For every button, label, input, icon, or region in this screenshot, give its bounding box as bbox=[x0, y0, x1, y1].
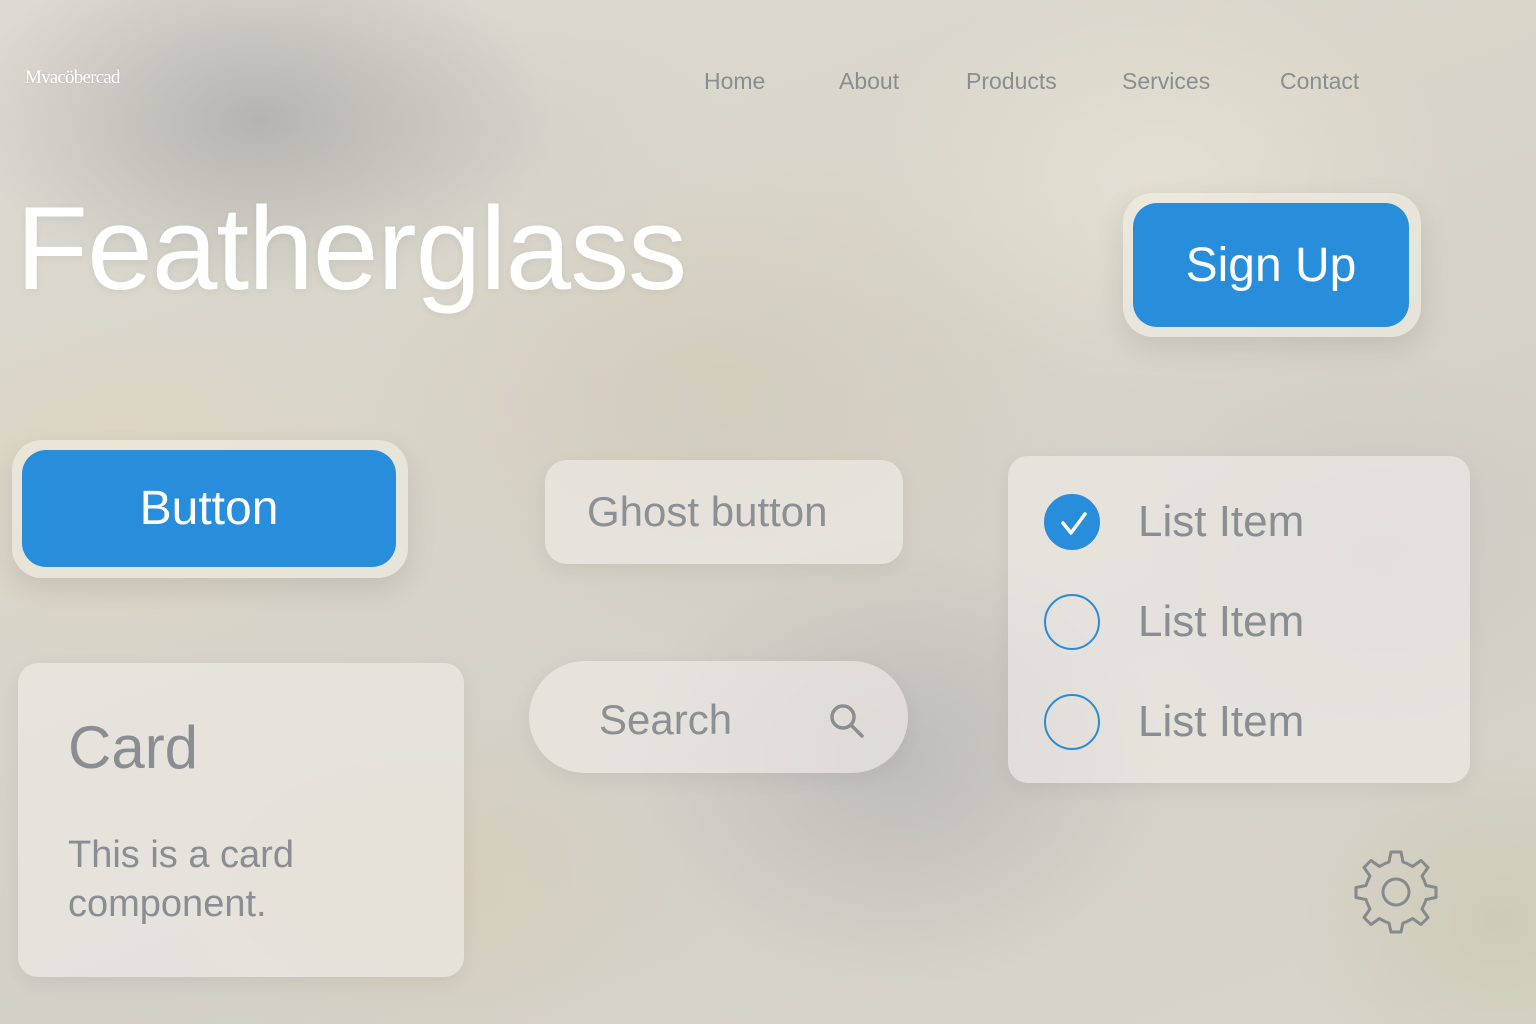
gear-icon[interactable] bbox=[1354, 850, 1438, 934]
search-input[interactable]: Search bbox=[529, 661, 908, 773]
checklist: List Item List Item List Item bbox=[1008, 456, 1470, 783]
ghost-button[interactable]: Ghost button bbox=[545, 460, 903, 564]
nav-contact[interactable]: Contact bbox=[1280, 68, 1359, 95]
top-nav: Home About Products Services Contact bbox=[0, 68, 1536, 98]
card: Card This is a card component. bbox=[18, 663, 464, 977]
card-body: This is a card component. bbox=[68, 834, 294, 925]
signup-button[interactable]: Sign Up bbox=[1133, 203, 1409, 327]
nav-services[interactable]: Services bbox=[1122, 68, 1210, 95]
primary-button[interactable]: Button bbox=[22, 450, 396, 567]
nav-products[interactable]: Products bbox=[966, 68, 1057, 95]
nav-home[interactable]: Home bbox=[704, 68, 765, 95]
check-icon bbox=[1061, 512, 1087, 535]
radio-unchecked[interactable] bbox=[1044, 594, 1100, 650]
search-placeholder: Search bbox=[599, 696, 733, 743]
card-title: Card bbox=[68, 714, 199, 781]
search-icon[interactable] bbox=[827, 701, 867, 741]
list-item[interactable]: List Item bbox=[1044, 593, 1444, 653]
list-item-label: List Item bbox=[1138, 597, 1305, 646]
list-item[interactable]: List Item bbox=[1044, 693, 1444, 753]
radio-checked[interactable] bbox=[1044, 494, 1100, 550]
radio-unchecked[interactable] bbox=[1044, 694, 1100, 750]
page-title: Featherglass bbox=[16, 183, 687, 315]
list-item-label: List Item bbox=[1138, 497, 1305, 546]
list-item-label: List Item bbox=[1138, 697, 1305, 746]
list-item[interactable]: List Item bbox=[1044, 493, 1444, 553]
nav-about[interactable]: About bbox=[839, 68, 899, 95]
